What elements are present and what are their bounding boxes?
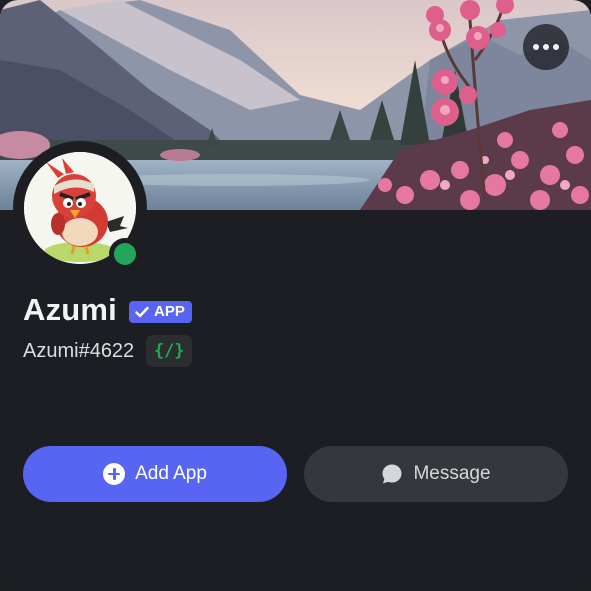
username-row: Azumi#4622 {/} [23, 335, 193, 367]
app-badge: APP [129, 300, 192, 323]
add-app-button[interactable]: Add App [23, 446, 287, 502]
plus-circle-icon [103, 463, 126, 485]
add-app-label: Add App [135, 463, 207, 484]
ellipsis-icon-dot [553, 44, 559, 50]
code-brackets-icon[interactable]: {/} [146, 335, 193, 367]
ellipsis-icon [533, 44, 539, 50]
more-options-button[interactable] [523, 24, 569, 70]
display-name: Azumi [23, 292, 117, 327]
checkmark-icon [135, 306, 149, 317]
message-label: Message [413, 463, 491, 484]
username: Azumi#4622 [23, 339, 135, 362]
message-button[interactable]: Message [304, 446, 568, 502]
ellipsis-icon-dot [543, 44, 549, 50]
name-row: Azumi APP [23, 292, 192, 328]
app-badge-label: APP [154, 303, 185, 320]
chat-bubble-icon [382, 464, 402, 484]
profile-card: Azumi APP Azumi#4622 {/} Add App Message [0, 0, 591, 591]
online-status-indicator [114, 243, 136, 265]
